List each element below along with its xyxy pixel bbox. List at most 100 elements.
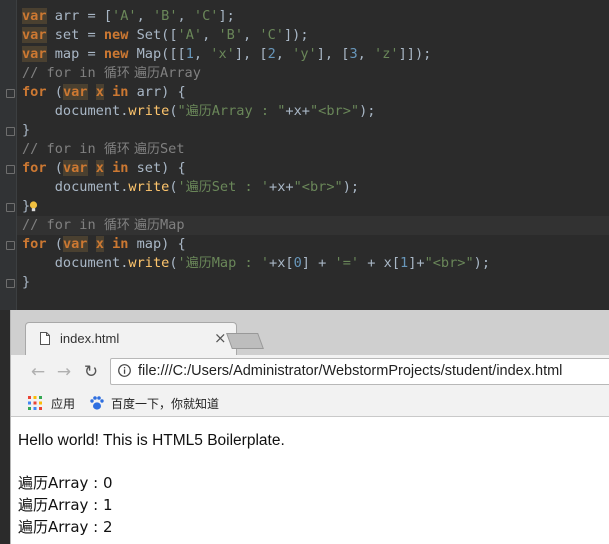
page-heading-text: Hello world! This is HTML5 Boilerplate. [18, 432, 285, 449]
code-line[interactable]: } [22, 273, 30, 292]
code-token: 'y' [292, 46, 317, 62]
new-tab-button[interactable] [226, 333, 264, 349]
reload-icon[interactable]: ↻ [80, 361, 102, 383]
code-token: +x+ [269, 179, 294, 195]
code-token: 2 [267, 46, 276, 62]
code-line[interactable]: document.write("遍历Array : "+x+"<br>"); [22, 102, 376, 121]
browser-window: index.html × ← → ↻ file:///C:/Users/Admi… [10, 310, 609, 544]
browser-toolbar: ← → ↻ file:///C:/Users/Administrator/Web… [11, 355, 609, 391]
baidu-paw-icon[interactable] [89, 395, 105, 411]
code-token: var [62, 160, 88, 176]
code-token: new [103, 46, 129, 62]
bookmark-baidu[interactable]: 百度一下，你就知道 [111, 395, 219, 412]
page-icon [40, 332, 50, 345]
editor-gutter[interactable] [0, 0, 17, 310]
tab-index-html[interactable]: index.html × [25, 322, 237, 356]
code-editor[interactable]: var arr = ['A', 'B', 'C']; var set = new … [0, 0, 609, 310]
code-token: 循环 遍历 [103, 142, 160, 157]
code-token: 3 [349, 46, 358, 62]
code-token: ]]); [398, 46, 432, 62]
code-line[interactable]: var map = new Map([[1, 'x'], [2, 'y'], [… [22, 45, 431, 64]
code-token: Set : ' [211, 179, 270, 195]
close-tab-icon[interactable]: × [214, 329, 227, 347]
output-line: 遍历Array : 2 [18, 518, 113, 536]
fold-marker-icon[interactable] [6, 165, 15, 174]
code-token: ] + [301, 255, 335, 271]
code-token: document. [22, 179, 129, 195]
code-token: x [95, 236, 104, 252]
forward-icon[interactable]: → [53, 361, 75, 383]
fold-marker-icon[interactable] [6, 89, 15, 98]
code-token: , [202, 27, 219, 43]
code-token: in [112, 160, 129, 176]
bookmark-apps[interactable]: 应用 [51, 395, 75, 412]
code-token: // for in [22, 141, 104, 157]
fold-marker-icon[interactable] [6, 127, 15, 136]
code-token: in [112, 236, 129, 252]
code-token: "<br>" [293, 179, 343, 195]
code-token: Set [159, 141, 185, 157]
code-token: 遍历 [185, 104, 212, 119]
code-token: 循环 遍历 [103, 218, 160, 233]
apps-grid-icon[interactable] [28, 396, 42, 410]
code-token: write [128, 103, 170, 119]
code-token: ]; [218, 8, 235, 24]
code-line[interactable]: for (var x in set) { [22, 159, 186, 178]
code-token: Map : ' [211, 255, 270, 271]
code-token: , [243, 27, 260, 43]
code-line[interactable]: } [22, 121, 30, 140]
code-token: ); [359, 103, 376, 119]
fold-marker-icon[interactable] [6, 203, 15, 212]
address-bar[interactable]: file:///C:/Users/Administrator/WebstormP… [110, 358, 609, 385]
fold-marker-icon[interactable] [6, 241, 15, 250]
code-token: ], [ [316, 46, 350, 62]
code-token: 遍历 [185, 256, 212, 271]
code-token: set = [46, 27, 104, 43]
code-token: ]); [283, 27, 309, 43]
code-line[interactable]: document.write('遍历Set : '+x+"<br>"); [22, 178, 359, 197]
code-token: , [275, 46, 293, 62]
code-token: document. [22, 255, 129, 271]
code-token: 'C' [259, 27, 284, 43]
code-token: // for in [22, 65, 104, 81]
code-token: ]+ [408, 255, 425, 271]
code-line[interactable]: // for in 循环 遍历Map [17, 216, 609, 235]
code-line[interactable]: var arr = ['A', 'B', 'C']; [22, 7, 235, 26]
code-token: 'A' [177, 27, 203, 43]
code-token: Array [159, 65, 201, 81]
code-line[interactable]: for (var x in map) { [22, 235, 186, 254]
code-token: for [22, 84, 47, 100]
code-token: +x+ [285, 103, 310, 119]
info-icon[interactable] [118, 364, 131, 377]
code-line[interactable]: document.write('遍历Map : '+x[0] + '=' + x… [22, 254, 490, 273]
code-token: 'B' [218, 27, 244, 43]
code-token: x [95, 160, 104, 176]
code-token: x [95, 84, 104, 100]
code-token: ( [169, 255, 178, 271]
code-token: new [103, 27, 129, 43]
code-line[interactable]: var set = new Set(['A', 'B', 'C']); [22, 26, 309, 45]
lightbulb-icon[interactable] [29, 201, 38, 213]
code-token: // for in [22, 217, 104, 233]
bookmarks-bar: 应用 百度一下，你就知道 [11, 391, 609, 417]
code-token: 'z' [374, 46, 399, 62]
url-text[interactable]: file:///C:/Users/Administrator/WebstormP… [138, 363, 562, 379]
code-token: write [128, 255, 170, 271]
code-token: 1 [400, 255, 409, 271]
code-token: map = [46, 46, 104, 62]
back-icon[interactable]: ← [27, 361, 49, 383]
code-token: var [62, 84, 88, 100]
code-token: in [112, 84, 129, 100]
code-token: 'A' [112, 8, 137, 24]
code-line[interactable]: for (var x in arr) { [22, 83, 186, 102]
code-token: ( [46, 84, 63, 100]
code-token: , [193, 46, 211, 62]
code-token: Map([[ [128, 46, 186, 62]
code-token: , [357, 46, 375, 62]
code-line[interactable]: // for in 循环 遍历Set [22, 140, 185, 159]
code-line[interactable]: // for in 循环 遍历Array [22, 64, 201, 83]
fold-marker-icon[interactable] [6, 279, 15, 288]
code-token: ( [169, 179, 178, 195]
